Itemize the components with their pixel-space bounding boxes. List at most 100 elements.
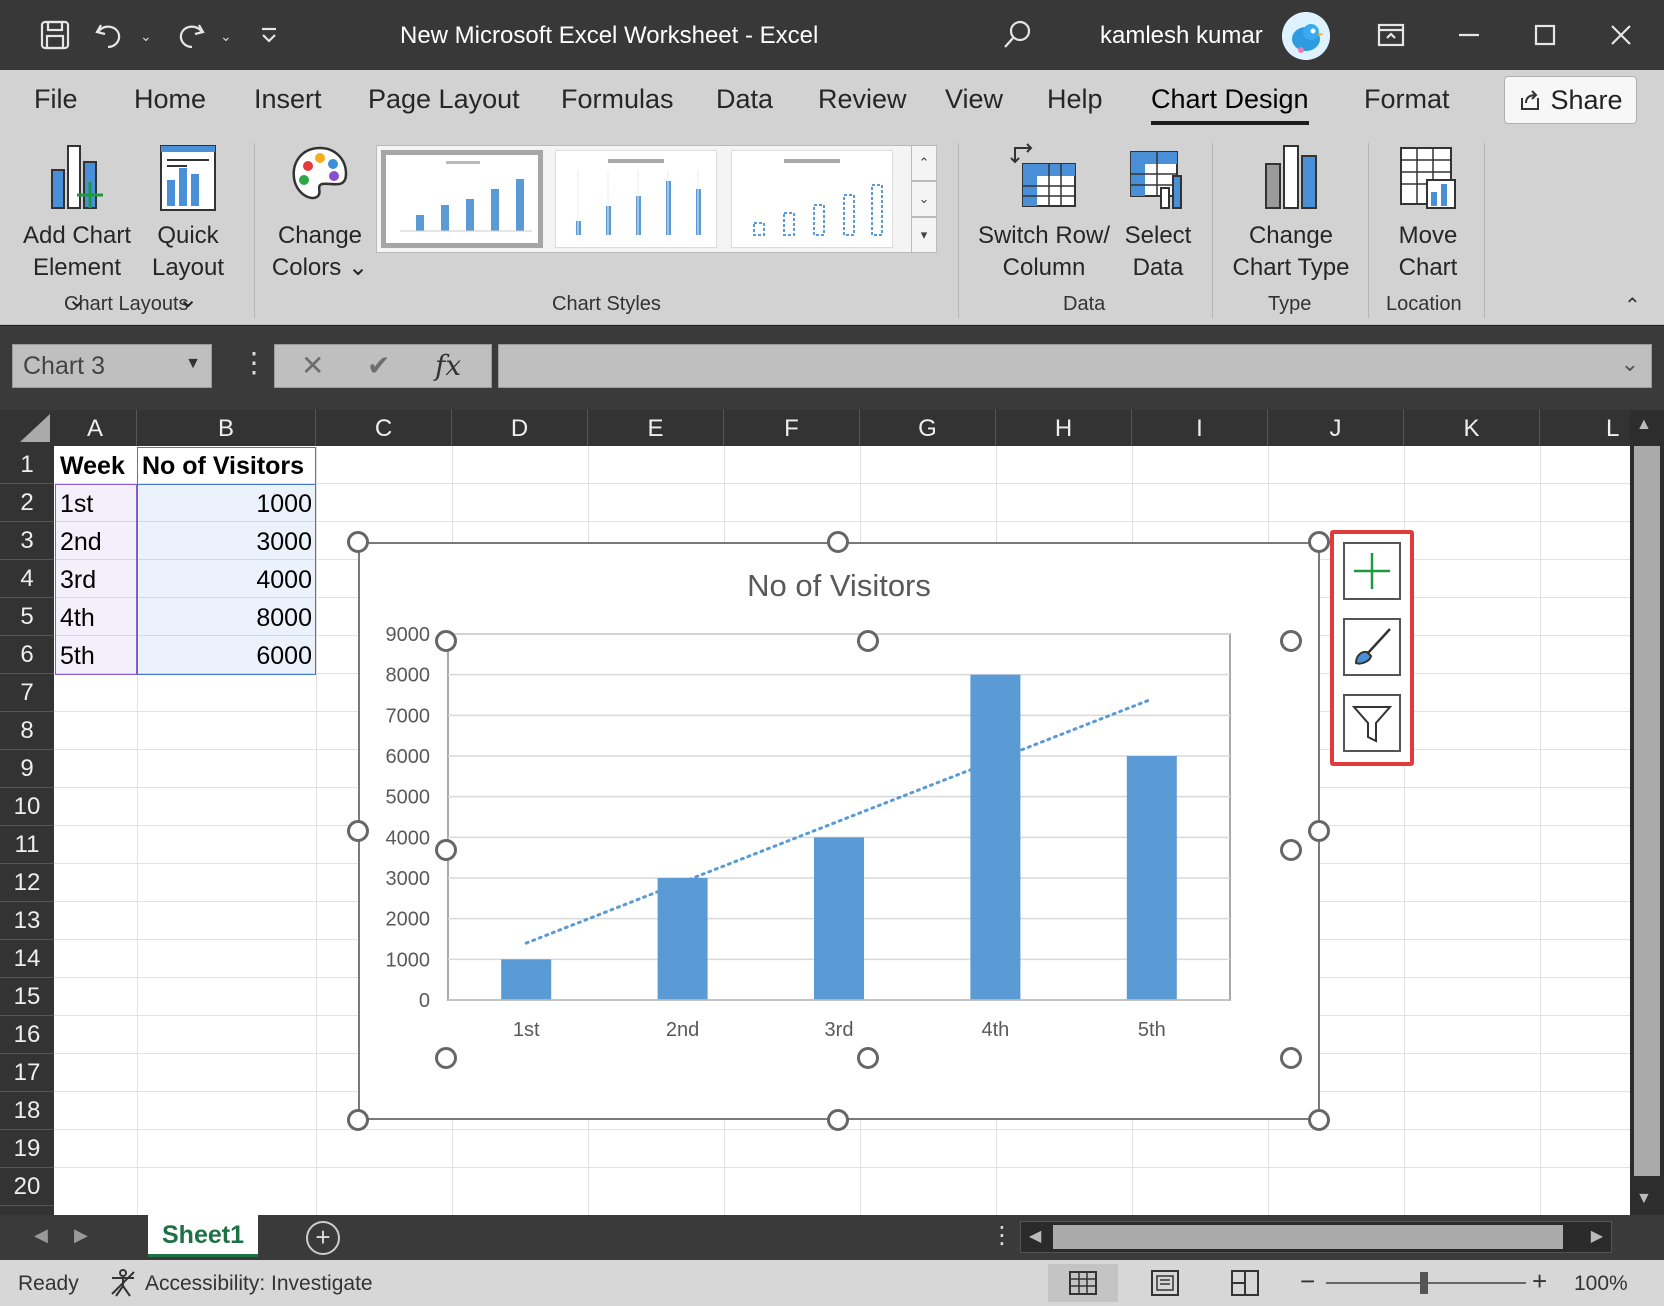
resize-handle[interactable] [347, 820, 369, 842]
cell-b2[interactable]: 1000 [138, 486, 316, 523]
row-header[interactable]: 7 [0, 674, 54, 712]
change-chart-type-button[interactable]: Change Chart Type [1226, 140, 1356, 284]
tab-formulas[interactable]: Formulas [561, 84, 674, 115]
chart-styles-button[interactable] [1343, 618, 1401, 676]
resize-handle[interactable] [347, 1109, 369, 1131]
cancel-icon[interactable]: ✕ [301, 349, 324, 382]
plot-area-handle[interactable] [435, 1047, 457, 1069]
row-header[interactable]: 10 [0, 788, 54, 826]
ribbon-display-options-icon[interactable] [1374, 18, 1408, 52]
plot-area-handle[interactable] [435, 839, 457, 861]
column-header-k[interactable]: K [1404, 410, 1540, 446]
chart-filters-button[interactable] [1343, 694, 1401, 752]
tab-page-layout[interactable]: Page Layout [368, 84, 520, 115]
avatar[interactable] [1282, 12, 1330, 60]
name-box-dropdown-icon[interactable]: ▼ [185, 355, 201, 373]
previous-sheet-icon[interactable]: ◀ [34, 1225, 48, 1246]
resize-handle[interactable] [827, 1109, 849, 1131]
row-header[interactable]: 13 [0, 902, 54, 940]
cell-b3[interactable]: 3000 [138, 524, 316, 561]
add-sheet-button[interactable]: + [306, 1221, 340, 1255]
row-header[interactable]: 9 [0, 750, 54, 788]
customize-quick-access-icon[interactable] [252, 18, 286, 52]
resize-handle[interactable] [347, 531, 369, 553]
row-header[interactable]: 11 [0, 826, 54, 864]
gallery-more-icon[interactable]: ▾ [911, 217, 937, 253]
scroll-up-icon[interactable]: ▲ [1636, 416, 1652, 434]
gallery-scroll-down-icon[interactable]: ⌄ [911, 181, 937, 217]
tab-file[interactable]: File [34, 84, 78, 115]
maximize-icon[interactable] [1528, 18, 1562, 52]
column-header-d[interactable]: D [452, 410, 588, 446]
tab-insert[interactable]: Insert [254, 84, 322, 115]
row-header[interactable]: 18 [0, 1092, 54, 1130]
cell-a5[interactable]: 4th [56, 600, 138, 637]
row-header[interactable]: 2 [0, 484, 54, 522]
column-header-h[interactable]: H [996, 410, 1132, 446]
page-layout-view-button[interactable] [1130, 1264, 1200, 1302]
share-button[interactable]: Share [1504, 76, 1637, 124]
move-chart-button[interactable]: Move Chart [1380, 140, 1476, 284]
collapse-ribbon-icon[interactable]: ⌃ [1624, 293, 1641, 318]
redo-icon[interactable] [174, 18, 208, 52]
undo-dropdown-icon[interactable]: ⌄ [140, 28, 152, 45]
plot-area-handle[interactable] [1280, 839, 1302, 861]
tab-review[interactable]: Review [818, 84, 907, 115]
tab-help[interactable]: Help [1047, 84, 1103, 115]
accessibility-status[interactable]: Accessibility: Investigate [145, 1272, 373, 1296]
sheet-tab-sheet1[interactable]: Sheet1 [148, 1215, 258, 1257]
column-header-a[interactable]: A [54, 410, 137, 446]
vertical-scroll-thumb[interactable] [1634, 446, 1660, 1176]
tab-chart-design[interactable]: Chart Design [1151, 84, 1309, 125]
column-header-i[interactable]: I [1132, 410, 1268, 446]
expand-formula-bar-icon[interactable]: ⌄ [1621, 351, 1639, 377]
row-header[interactable]: 4 [0, 560, 54, 598]
cell-a2[interactable]: 1st [56, 486, 138, 523]
column-header-e[interactable]: E [588, 410, 724, 446]
cell-b6[interactable]: 6000 [138, 638, 316, 675]
minimize-icon[interactable] [1452, 18, 1486, 52]
scroll-down-icon[interactable]: ▼ [1636, 1190, 1652, 1208]
search-icon[interactable] [1000, 18, 1034, 52]
scroll-right-icon[interactable]: ▶ [1591, 1226, 1603, 1246]
resize-handle[interactable] [1308, 1109, 1330, 1131]
insert-function-icon[interactable]: fx [435, 349, 461, 382]
column-header-f[interactable]: F [724, 410, 860, 446]
row-header[interactable]: 20 [0, 1168, 54, 1206]
zoom-level[interactable]: 100% [1574, 1272, 1628, 1296]
horizontal-scroll-thumb[interactable] [1053, 1225, 1563, 1249]
horizontal-scrollbar[interactable]: ◀ ▶ [1020, 1221, 1612, 1253]
column-header-g[interactable]: G [860, 410, 996, 446]
zoom-slider-thumb[interactable] [1420, 1272, 1428, 1294]
row-header[interactable]: 5 [0, 598, 54, 636]
save-icon[interactable] [38, 18, 72, 52]
cell-a1[interactable]: Week [56, 448, 138, 485]
row-header[interactable]: 3 [0, 522, 54, 560]
plot-area-handle[interactable] [1280, 630, 1302, 652]
plot-area-handle[interactable] [857, 1047, 879, 1069]
gallery-scroll-up-icon[interactable]: ⌃ [911, 145, 937, 181]
plot-area-handle[interactable] [435, 630, 457, 652]
undo-icon[interactable] [92, 18, 126, 52]
row-header[interactable]: 6 [0, 636, 54, 674]
chart-area[interactable]: No of Visitors 0 1000 2000 3000 4000 5000 6000… [358, 542, 1320, 1120]
column-header-c[interactable]: C [316, 410, 452, 446]
zoom-in-icon[interactable]: + [1532, 1266, 1547, 1297]
vertical-scrollbar[interactable]: ▲ ▼ [1630, 410, 1664, 1215]
column-header-b[interactable]: B [137, 410, 316, 446]
cell-b5[interactable]: 8000 [138, 600, 316, 637]
scroll-left-icon[interactable]: ◀ [1029, 1226, 1041, 1246]
select-data-button[interactable]: Select Data [1118, 140, 1198, 284]
resize-handle[interactable] [1308, 531, 1330, 553]
change-colors-button[interactable]: Change Colors ⌄ [270, 140, 370, 284]
accessibility-icon[interactable] [108, 1268, 138, 1304]
add-chart-element-button[interactable]: Add Chart Element ⌄ [20, 140, 134, 316]
chart-style-1[interactable] [381, 150, 543, 248]
row-header[interactable]: 8 [0, 712, 54, 750]
select-all-button[interactable] [0, 410, 54, 446]
name-box[interactable]: Chart 3 ▼ [12, 344, 212, 388]
cell-b4[interactable]: 4000 [138, 562, 316, 599]
plot-area-handle[interactable] [1280, 1047, 1302, 1069]
plot-area-handle[interactable] [857, 630, 879, 652]
row-header[interactable]: 14 [0, 940, 54, 978]
